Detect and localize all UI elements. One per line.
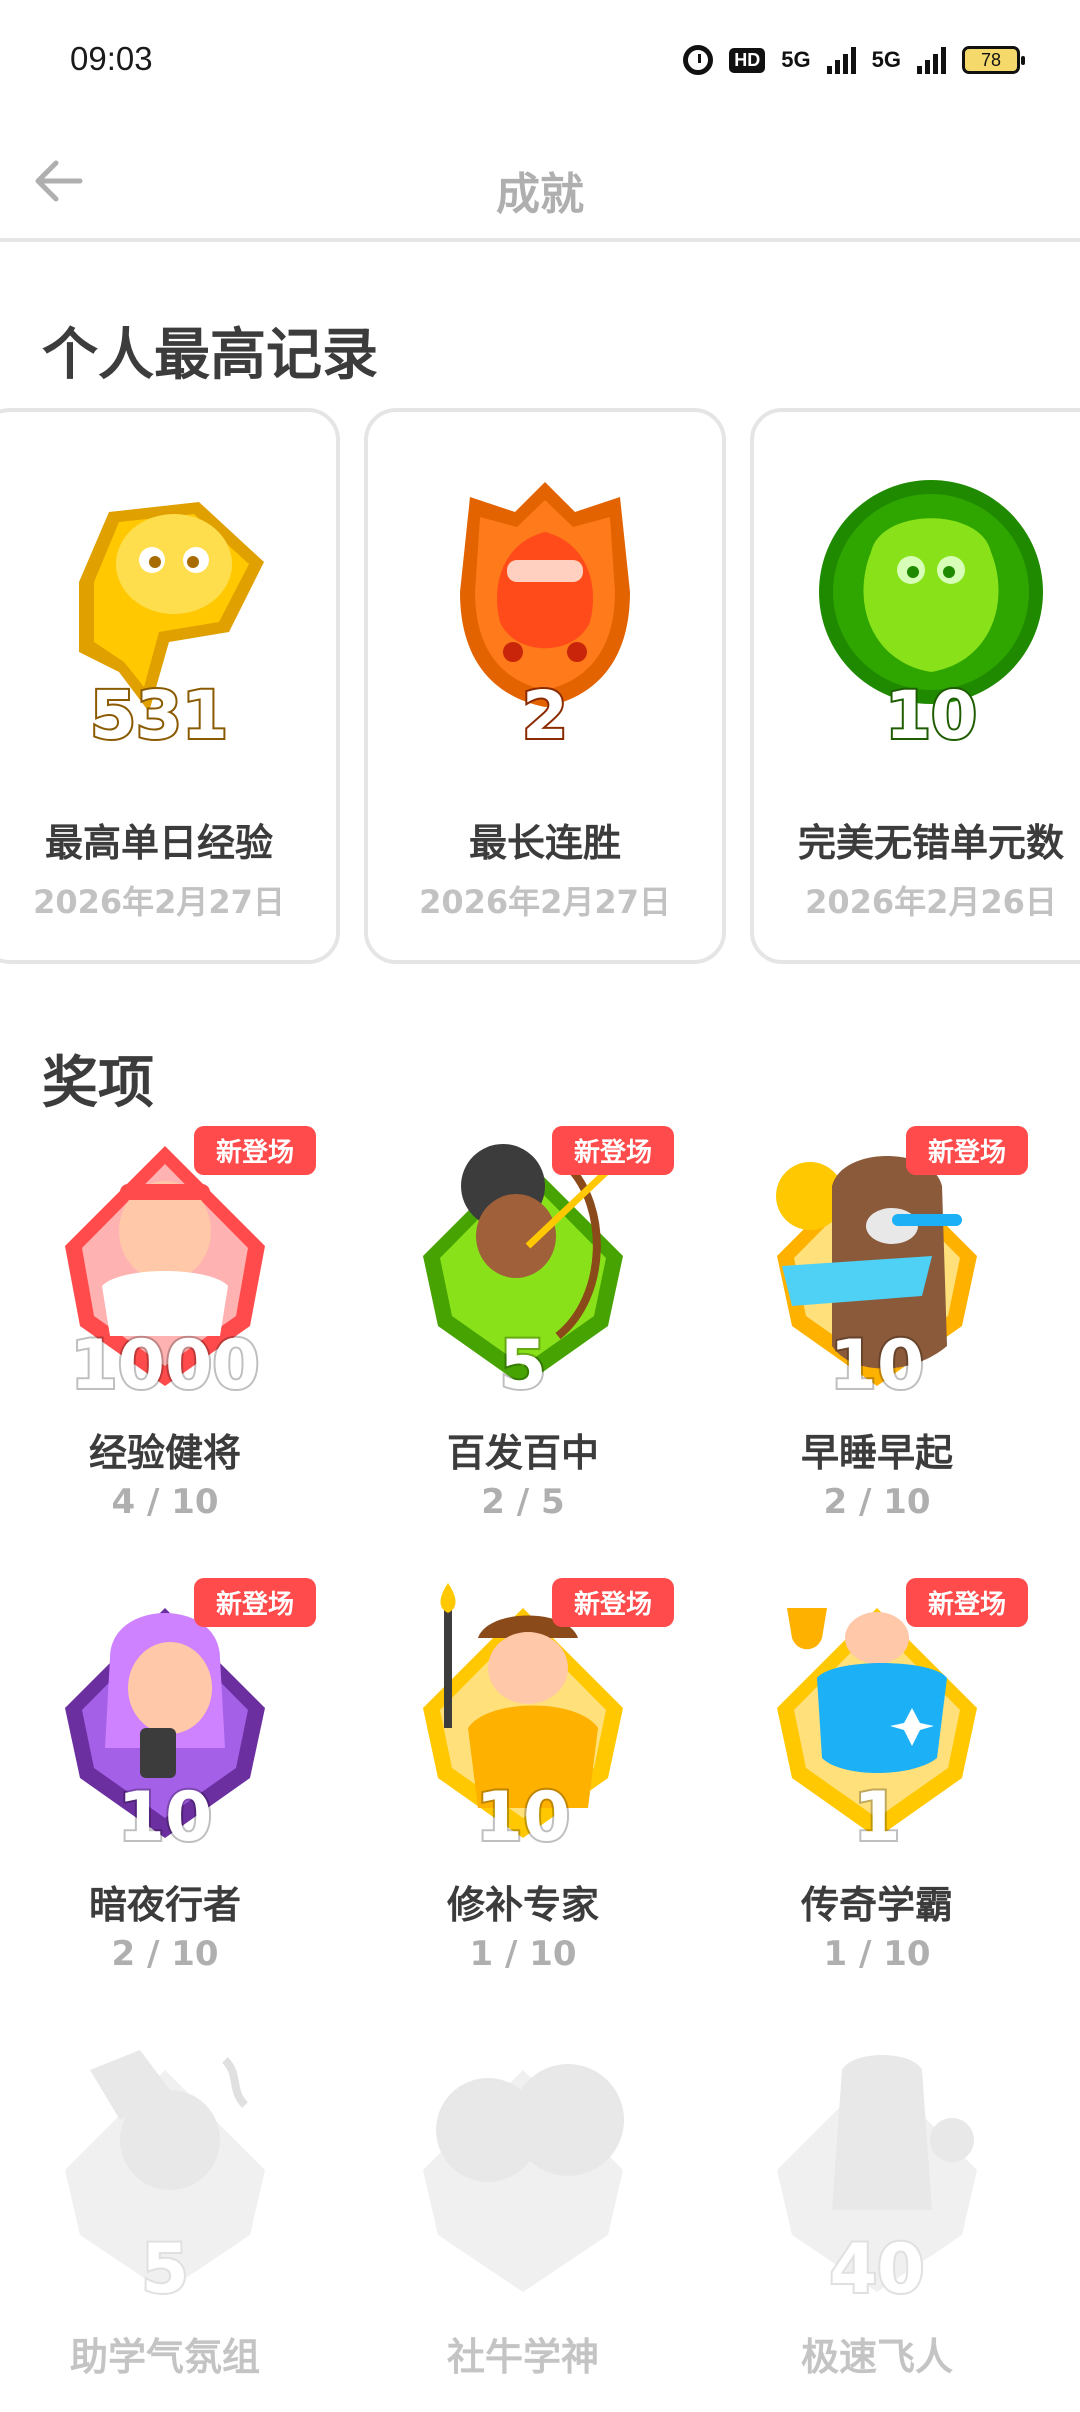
record-card-longest-streak[interactable]: 2 最长连胜 2026年2月27日: [364, 408, 726, 964]
new-badge: 新登场: [193, 1126, 316, 1175]
record-value: 2: [520, 675, 570, 756]
award-name: 修补专家: [446, 1883, 599, 1927]
records-section-title: 个人最高记录: [42, 323, 378, 388]
record-label: 完美无错单元数: [797, 821, 1064, 865]
award-name: 经验健将: [88, 1431, 241, 1475]
battery-icon: 78: [962, 46, 1025, 74]
award-item[interactable]: 新登场 5 百发百中 2 / 5: [358, 1126, 688, 1566]
network-type-1: 5G: [781, 47, 811, 72]
record-value: 531: [88, 675, 230, 756]
social-star-badge-icon: [423, 2064, 624, 2292]
award-name: 百发百中: [446, 1431, 599, 1475]
new-badge: 新登场: [193, 1578, 316, 1627]
awards-section-title: 奖项: [42, 1051, 154, 1116]
award-level: 5: [139, 2228, 190, 2311]
record-value: 10: [883, 675, 979, 756]
award-item-locked[interactable]: 社牛学神: [358, 2030, 688, 2412]
new-badge: 新登场: [905, 1126, 1028, 1175]
award-level: 10: [116, 1776, 215, 1859]
award-item[interactable]: 新登场 10 早睡早起 2 / 10: [712, 1126, 1042, 1566]
award-name: 传奇学霸: [800, 1883, 953, 1927]
award-progress: 4 / 10: [111, 1482, 219, 1522]
award-item[interactable]: 新登场 1000 经验健将 4 / 10: [0, 1126, 330, 1566]
new-badge: 新登场: [551, 1578, 674, 1627]
record-date: 2026年2月27日: [419, 883, 671, 921]
header: 成就: [0, 120, 1080, 242]
signal-icon: [826, 46, 856, 74]
award-level: 10: [828, 1324, 927, 1407]
signal-icon-2: [917, 46, 946, 74]
award-item[interactable]: 新登场 10 暗夜行者 2 / 10: [0, 1578, 330, 2018]
flame-owl-badge-icon: [79, 502, 264, 712]
award-progress: 2 / 10: [823, 1482, 931, 1522]
award-level: 5: [497, 1324, 548, 1407]
award-item-locked[interactable]: 40 极速飞人: [712, 2030, 1042, 2412]
award-item[interactable]: 新登场 1 传奇学霸 1 / 10: [712, 1578, 1042, 2018]
award-item[interactable]: 新登场 10 修补专家 1 / 10: [358, 1578, 688, 2018]
status-time: 09:03: [70, 40, 153, 77]
record-label: 最长连胜: [468, 821, 621, 865]
alarm-icon: [683, 45, 714, 75]
award-item-locked[interactable]: 5 助学气氛组: [0, 2030, 330, 2412]
award-progress: 1 / 10: [469, 1934, 577, 1974]
award-name: 极速飞人: [800, 2335, 953, 2379]
award-name: 助学气氛组: [69, 2335, 260, 2379]
hd-voice-icon: HD: [729, 47, 766, 73]
record-card-perfect-units[interactable]: 10 完美无错单元数 2026年2月26日: [750, 408, 1080, 964]
new-badge: 新登场: [551, 1126, 674, 1175]
status-icons: HD 5G 5G 78: [683, 40, 1025, 80]
status-bar: 09:03 HD 5G 5G 78: [0, 0, 1080, 120]
award-name: 早睡早起: [800, 1431, 953, 1475]
record-label: 最高单日经验: [44, 821, 273, 865]
record-card-max-xp[interactable]: 531 最高单日经验 2026年2月27日: [0, 408, 340, 964]
fire-owl-badge-icon: [460, 482, 630, 707]
award-name: 暗夜行者: [88, 1883, 241, 1927]
award-progress: 1 / 10: [823, 1934, 931, 1974]
records-carousel[interactable]: 531 最高单日经验 2026年2月27日 2 最长连胜 2026年2月27日 …: [0, 408, 1080, 964]
award-level: 10: [474, 1776, 573, 1859]
award-progress: 2 / 5: [481, 1482, 565, 1522]
record-date: 2026年2月27日: [33, 883, 285, 921]
record-date: 2026年2月26日: [805, 883, 1057, 921]
award-progress: 2 / 10: [111, 1934, 219, 1974]
award-name: 社牛学神: [446, 2335, 599, 2379]
award-level: 1: [851, 1776, 902, 1859]
award-level: 1000: [68, 1324, 261, 1407]
green-owl-badge-icon: [819, 480, 1043, 704]
network-type-2: 5G: [871, 47, 901, 72]
new-badge: 新登场: [905, 1578, 1028, 1627]
page-title: 成就: [496, 169, 584, 220]
battery-level: 78: [980, 50, 1002, 70]
award-level: 40: [828, 2228, 927, 2311]
